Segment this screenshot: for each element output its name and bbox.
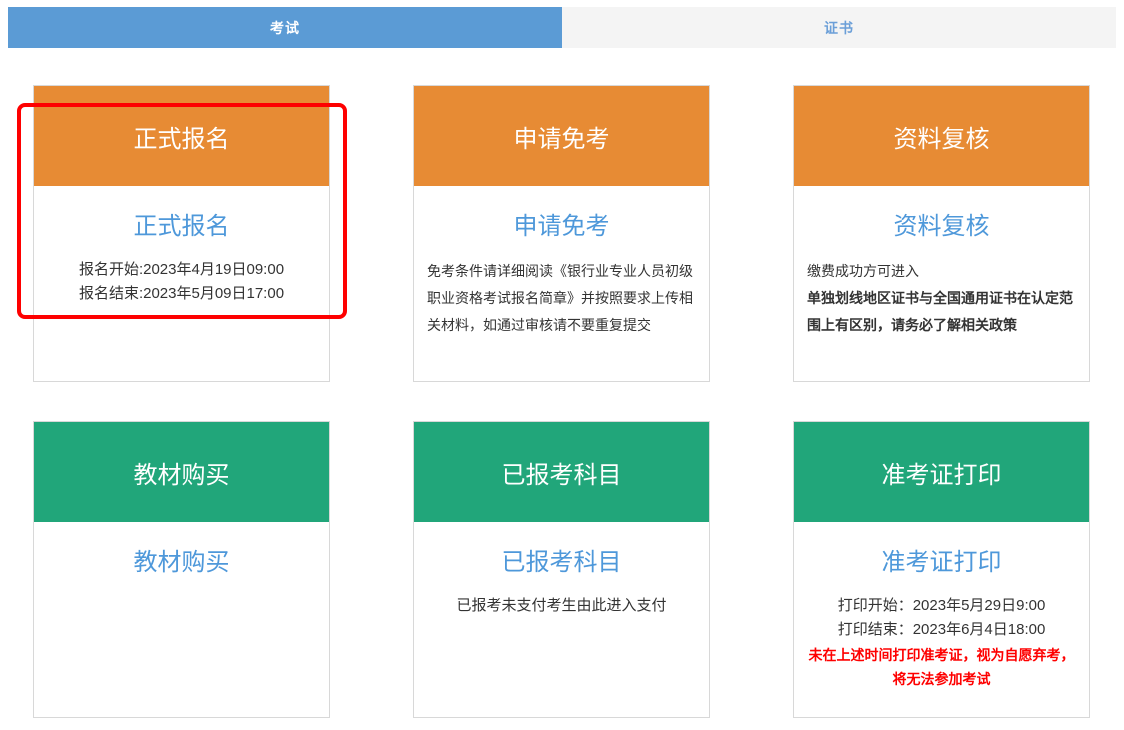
card-header-textbook-purchase: 教材购买 <box>34 422 329 522</box>
tab-exam[interactable]: 考试 <box>8 7 562 48</box>
registration-start-date: 报名开始:2023年4月19日09:00 <box>34 258 329 282</box>
payment-required-note: 缴费成功方可进入 <box>807 258 1076 285</box>
certificate-policy-note: 单独划线地区证书与全国通用证书在认定范围上有区别，请务必了解相关政策 <box>807 285 1076 339</box>
formal-registration-link[interactable]: 正式报名 <box>34 206 329 241</box>
card-material-review: 资料复核 资料复核 缴费成功方可进入 单独划线地区证书与全国通用证书在认定范围上… <box>793 85 1090 382</box>
card-grid: 正式报名 正式报名 报名开始:2023年4月19日09:00 报名结束:2023… <box>0 85 1124 718</box>
card-registered-subjects: 已报考科目 已报考科目 已报考未支付考生由此进入支付 <box>413 421 710 718</box>
admission-ticket-print-link[interactable]: 准考证打印 <box>794 542 1089 577</box>
card-header-formal-registration: 正式报名 <box>34 86 329 186</box>
card-textbook-purchase: 教材购买 教材购买 <box>33 421 330 718</box>
print-deadline-warning: 未在上述时间打印准考证，视为自愿弃考，将无法参加考试 <box>794 643 1089 691</box>
registration-end-date: 报名结束:2023年5月09日17:00 <box>34 282 329 306</box>
admission-ticket-dates: 打印开始：2023年5月29日9:00 打印结束：2023年6月4日18:00 <box>794 594 1089 642</box>
material-review-notes: 缴费成功方可进入 单独划线地区证书与全国通用证书在认定范围上有区别，请务必了解相… <box>794 258 1089 339</box>
exemption-application-note: 免考条件请详细阅读《银行业专业人员初级职业资格考试报名简章》并按照要求上传相关材… <box>414 258 709 339</box>
print-start-date: 打印开始：2023年5月29日9:00 <box>794 594 1089 618</box>
registered-subjects-note: 已报考未支付考生由此进入支付 <box>414 594 709 618</box>
print-end-date: 打印结束：2023年6月4日18:00 <box>794 618 1089 642</box>
formal-registration-dates: 报名开始:2023年4月19日09:00 报名结束:2023年5月09日17:0… <box>34 258 329 306</box>
tab-bar: 考试 证书 <box>8 7 1116 48</box>
card-exemption-application: 申请免考 申请免考 免考条件请详细阅读《银行业专业人员初级职业资格考试报名简章》… <box>413 85 710 382</box>
card-formal-registration: 正式报名 正式报名 报名开始:2023年4月19日09:00 报名结束:2023… <box>33 85 330 382</box>
registered-subjects-link[interactable]: 已报考科目 <box>414 542 709 577</box>
tab-certificate[interactable]: 证书 <box>562 7 1116 48</box>
card-header-registered-subjects: 已报考科目 <box>414 422 709 522</box>
textbook-purchase-link[interactable]: 教材购买 <box>34 542 329 577</box>
material-review-link[interactable]: 资料复核 <box>794 206 1089 241</box>
card-header-exemption-application: 申请免考 <box>414 86 709 186</box>
card-header-material-review: 资料复核 <box>794 86 1089 186</box>
card-admission-ticket-print: 准考证打印 准考证打印 打印开始：2023年5月29日9:00 打印结束：202… <box>793 421 1090 718</box>
card-header-admission-ticket-print: 准考证打印 <box>794 422 1089 522</box>
exemption-application-link[interactable]: 申请免考 <box>414 206 709 241</box>
